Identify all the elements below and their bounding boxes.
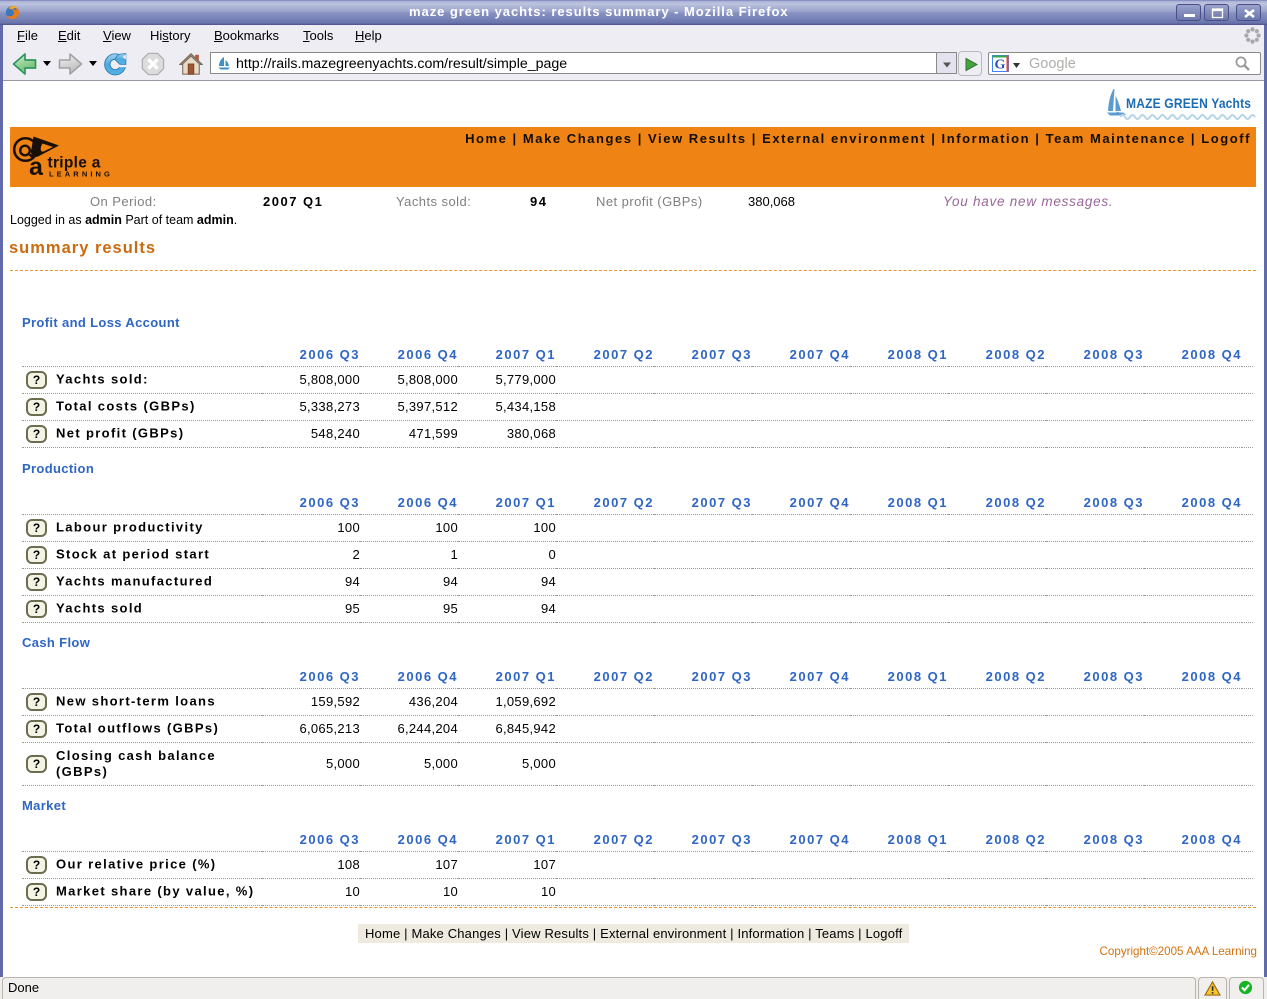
svg-text:LEARNING: LEARNING <box>49 170 113 179</box>
svg-text:a: a <box>29 153 44 181</box>
svg-text:G: G <box>995 58 1006 73</box>
